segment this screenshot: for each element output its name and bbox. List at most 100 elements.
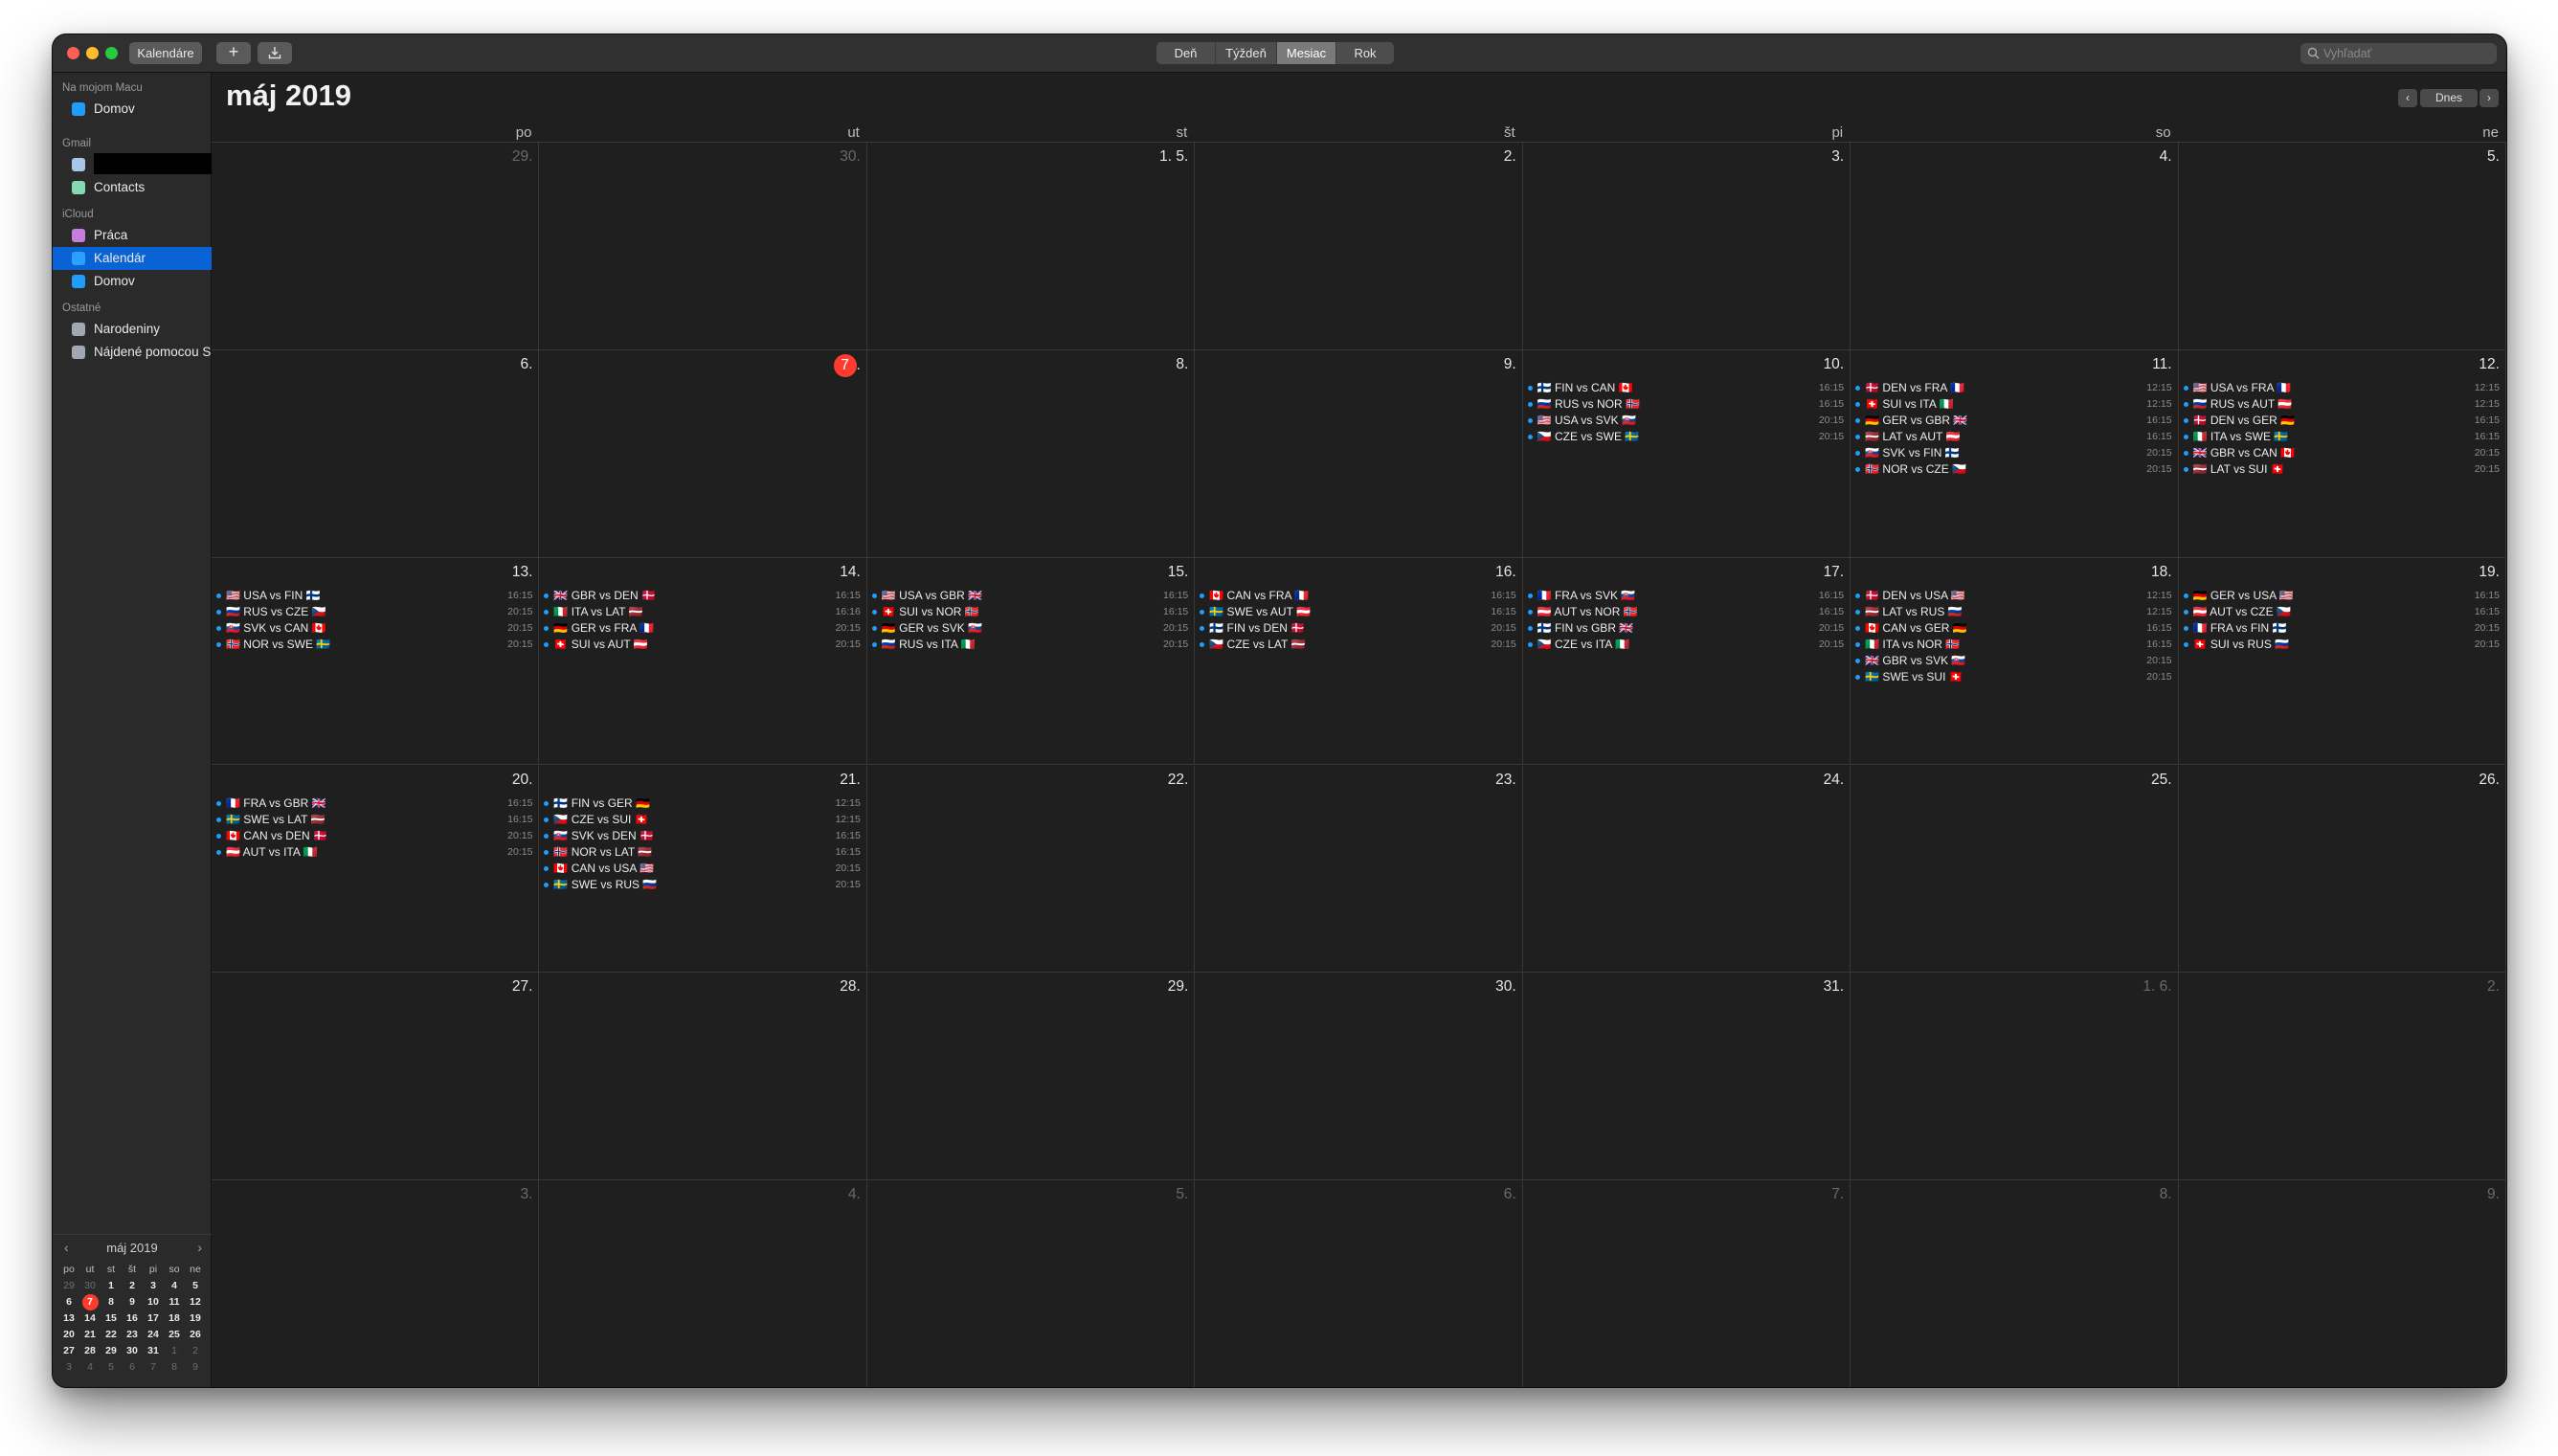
calendar-event[interactable]: 🇳🇴 NOR vs SWE 🇸🇪 20:15 — [215, 637, 532, 653]
mini-day[interactable]: 6 — [122, 1359, 143, 1376]
day-cell[interactable]: 7. — [1522, 1180, 1851, 1387]
calendar-checkbox[interactable] — [72, 181, 85, 194]
mini-day[interactable]: 18 — [164, 1310, 185, 1327]
mini-day[interactable]: 7 — [79, 1294, 101, 1310]
calendar-event[interactable]: 🇨🇦 CAN vs FRA 🇫🇷 16:15 — [1199, 588, 1516, 604]
day-cell[interactable]: 31. — [1522, 973, 1851, 1181]
mini-day[interactable]: 8 — [101, 1294, 122, 1310]
day-cell[interactable]: 3. — [212, 1180, 540, 1387]
day-cell[interactable]: 2. — [2178, 973, 2506, 1181]
import-button[interactable] — [258, 42, 292, 64]
mini-day[interactable]: 24 — [143, 1327, 164, 1343]
calendar-event[interactable]: 🇺🇸 USA vs GBR 🇬🇧 16:15 — [871, 588, 1188, 604]
view-tab-týždeň[interactable]: Týždeň — [1216, 42, 1277, 64]
sidebar-calendar-item[interactable] — [53, 153, 212, 176]
sidebar-calendar-item[interactable]: Narodeniny — [53, 318, 212, 341]
calendar-event[interactable]: 🇷🇺 RUS vs AUT 🇦🇹 12:15 — [2183, 396, 2500, 413]
calendar-event[interactable]: 🇸🇪 SWE vs SUI 🇨🇭 20:15 — [1854, 669, 2172, 685]
close-window-button[interactable] — [67, 47, 79, 59]
add-event-button[interactable]: + — [216, 42, 251, 64]
mini-day[interactable]: 31 — [143, 1343, 164, 1359]
sidebar-calendar-item[interactable]: Domov — [53, 98, 212, 121]
day-cell[interactable]: 4. — [1851, 143, 2179, 350]
day-cell[interactable]: 18. 🇩🇰 DEN vs USA 🇺🇸 12:15 🇱🇻 LAT vs RUS 🇷🇺… — [1851, 557, 2179, 766]
calendar-event[interactable]: 🇮🇹 ITA vs SWE 🇸🇪 16:15 — [2183, 429, 2500, 445]
calendars-button[interactable]: Kalendáre — [129, 42, 202, 64]
calendar-event[interactable]: 🇩🇪 GER vs SVK 🇸🇰 20:15 — [871, 620, 1188, 637]
calendar-event[interactable]: 🇬🇧 GBR vs CAN 🇨🇦 20:15 — [2183, 445, 2500, 461]
calendar-checkbox[interactable] — [72, 102, 85, 116]
calendar-event[interactable]: 🇫🇮 FIN vs GER 🇩🇪 12:15 — [543, 795, 861, 812]
calendar-event[interactable]: 🇨🇿 CZE vs ITA 🇮🇹 20:15 — [1527, 637, 1844, 653]
calendar-checkbox[interactable] — [72, 158, 85, 171]
calendar-event[interactable]: 🇫🇷 FRA vs FIN 🇫🇮 20:15 — [2183, 620, 2500, 637]
mini-day[interactable]: 9 — [122, 1294, 143, 1310]
day-cell[interactable]: 8. — [866, 349, 1196, 558]
calendar-checkbox[interactable] — [72, 346, 85, 359]
mini-day[interactable]: 3 — [143, 1278, 164, 1294]
mini-day[interactable]: 5 — [101, 1359, 122, 1376]
mini-day[interactable]: 5 — [185, 1278, 206, 1294]
mini-day[interactable]: 21 — [79, 1327, 101, 1343]
day-cell[interactable]: 6. — [1195, 1180, 1523, 1387]
calendar-event[interactable]: 🇩🇪 GER vs GBR 🇬🇧 16:15 — [1854, 413, 2172, 429]
mini-day[interactable]: 13 — [58, 1310, 79, 1327]
day-cell[interactable]: 6. — [212, 349, 540, 558]
calendar-event[interactable]: 🇺🇸 USA vs FIN 🇫🇮 16:15 — [215, 588, 532, 604]
fullscreen-window-button[interactable] — [105, 47, 118, 59]
mini-day[interactable]: 26 — [185, 1327, 206, 1343]
calendar-event[interactable]: 🇬🇧 GBR vs DEN 🇩🇰 16:15 — [543, 588, 861, 604]
calendar-event[interactable]: 🇦🇹 AUT vs CZE 🇨🇿 16:15 — [2183, 604, 2500, 620]
mini-day[interactable]: 6 — [58, 1294, 79, 1310]
day-cell[interactable]: 3. — [1522, 143, 1851, 350]
calendar-event[interactable]: 🇨🇭 SUI vs NOR 🇳🇴 16:15 — [871, 604, 1188, 620]
sidebar-calendar-item[interactable]: Domov — [53, 270, 212, 293]
minimize-window-button[interactable] — [86, 47, 99, 59]
previous-month-button[interactable]: ‹ — [2398, 89, 2417, 107]
view-tab-deň[interactable]: Deň — [1156, 42, 1216, 64]
day-cell[interactable]: 20. 🇫🇷 FRA vs GBR 🇬🇧 16:15 🇸🇪 SWE vs LAT 🇱🇻… — [212, 765, 540, 974]
calendar-event[interactable]: 🇳🇴 NOR vs LAT 🇱🇻 16:15 — [543, 844, 861, 861]
calendar-event[interactable]: 🇸🇪 SWE vs AUT 🇦🇹 16:15 — [1199, 604, 1516, 620]
day-cell[interactable]: 12. 🇺🇸 USA vs FRA 🇫🇷 12:15 🇷🇺 RUS vs AUT 🇦🇹… — [2178, 349, 2506, 558]
calendar-event[interactable]: 🇨🇭 SUI vs RUS 🇷🇺 20:15 — [2183, 637, 2500, 653]
sidebar-calendar-item[interactable]: Práca — [53, 224, 212, 247]
sidebar-calendar-item[interactable]: Nájdené pomocou Siri — [53, 341, 221, 364]
calendar-event[interactable]: 🇱🇻 LAT vs AUT 🇦🇹 16:15 — [1854, 429, 2172, 445]
mini-day[interactable]: 2 — [185, 1343, 206, 1359]
mini-day[interactable]: 8 — [164, 1359, 185, 1376]
day-cell[interactable]: 8. — [1851, 1180, 2179, 1387]
calendar-event[interactable]: 🇫🇷 FRA vs GBR 🇬🇧 16:15 — [215, 795, 532, 812]
mini-day[interactable]: 30 — [122, 1343, 143, 1359]
mini-day[interactable]: 4 — [164, 1278, 185, 1294]
day-cell[interactable]: 1. 5. — [866, 143, 1196, 350]
mini-day[interactable]: 17 — [143, 1310, 164, 1327]
day-cell[interactable]: 4. — [539, 1180, 867, 1387]
mini-day[interactable]: 14 — [79, 1310, 101, 1327]
day-cell[interactable]: 5. — [2178, 143, 2506, 350]
mini-day[interactable]: 23 — [122, 1327, 143, 1343]
calendar-event[interactable]: 🇫🇷 FRA vs SVK 🇸🇰 16:15 — [1527, 588, 1844, 604]
mini-day[interactable]: 2 — [122, 1278, 143, 1294]
next-month-button[interactable]: › — [2479, 89, 2499, 107]
calendar-checkbox[interactable] — [72, 252, 85, 265]
search-field[interactable] — [2300, 43, 2497, 64]
calendar-event[interactable]: 🇫🇮 FIN vs CAN 🇨🇦 16:15 — [1527, 380, 1844, 396]
day-cell[interactable]: 26. — [2178, 765, 2506, 974]
day-cell[interactable]: 13. 🇺🇸 USA vs FIN 🇫🇮 16:15 🇷🇺 RUS vs CZE 🇨🇿… — [212, 557, 540, 766]
calendar-event[interactable]: 🇩🇪 GER vs FRA 🇫🇷 20:15 — [543, 620, 861, 637]
day-cell[interactable]: 9. — [1195, 349, 1523, 558]
mini-day[interactable]: 3 — [58, 1359, 79, 1376]
mini-day[interactable]: 20 — [58, 1327, 79, 1343]
calendar-event[interactable]: 🇩🇪 GER vs USA 🇺🇸 16:15 — [2183, 588, 2500, 604]
calendar-event[interactable]: 🇩🇰 DEN vs USA 🇺🇸 12:15 — [1854, 588, 2172, 604]
day-cell[interactable]: 1. 6. — [1851, 973, 2179, 1181]
calendar-event[interactable]: 🇦🇹 AUT vs ITA 🇮🇹 20:15 — [215, 844, 532, 861]
calendar-event[interactable]: 🇨🇿 CZE vs LAT 🇱🇻 20:15 — [1199, 637, 1516, 653]
calendar-event[interactable]: 🇦🇹 AUT vs NOR 🇳🇴 16:15 — [1527, 604, 1844, 620]
day-cell[interactable]: 19. 🇩🇪 GER vs USA 🇺🇸 16:15 🇦🇹 AUT vs CZE 🇨🇿… — [2178, 557, 2506, 766]
view-tab-mesiac[interactable]: Mesiac — [1277, 42, 1336, 64]
calendar-event[interactable]: 🇨🇦 CAN vs DEN 🇩🇰 20:15 — [215, 828, 532, 844]
today-button[interactable]: Dnes — [2420, 89, 2478, 107]
mini-day[interactable]: 10 — [143, 1294, 164, 1310]
